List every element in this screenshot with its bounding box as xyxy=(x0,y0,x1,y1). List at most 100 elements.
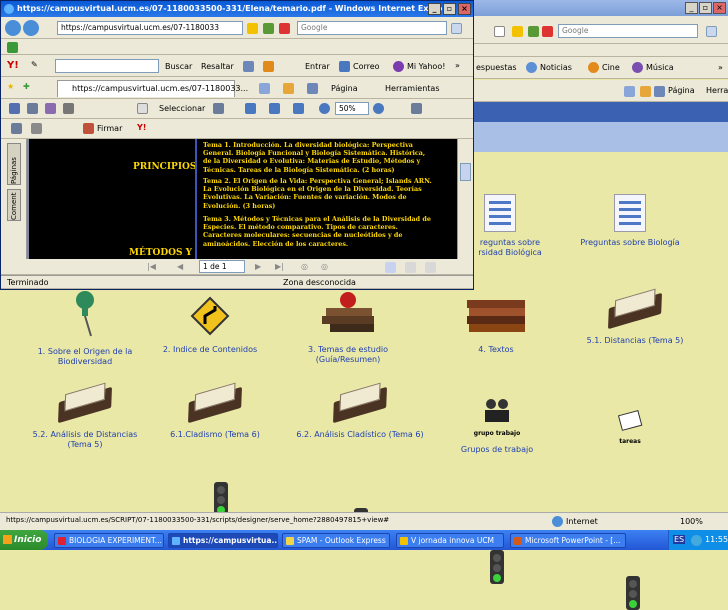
minimize-button[interactable]: _ xyxy=(428,3,441,15)
plus-icon[interactable] xyxy=(263,61,274,72)
next-page-icon[interactable]: ▶ xyxy=(255,262,261,271)
taskbar-button-campusvirtual[interactable]: https://campusvirtua... xyxy=(168,533,278,548)
traffic-light-icon[interactable] xyxy=(626,576,640,610)
grid-icon[interactable] xyxy=(243,61,254,72)
dropdown-icon[interactable] xyxy=(494,26,505,37)
zoom-level[interactable]: 100% xyxy=(680,517,703,526)
yahoo-logo-icon[interactable]: Y! xyxy=(137,123,146,132)
buscar-button[interactable]: Buscar xyxy=(165,62,192,71)
print-icon[interactable] xyxy=(27,103,38,114)
link-noticias[interactable]: Noticias xyxy=(540,63,572,72)
refresh-icon[interactable] xyxy=(528,26,539,37)
language-indicator[interactable]: ES xyxy=(673,535,686,544)
analisis-distancias-item[interactable]: 5.2. Análisis de Distancias (Tema 5) xyxy=(30,382,140,450)
sign-icon[interactable] xyxy=(83,123,94,134)
stop-icon[interactable] xyxy=(279,23,290,34)
maximize-button[interactable]: ▫ xyxy=(443,3,456,15)
start-button[interactable]: Inicio xyxy=(0,530,48,550)
cmd-pagina[interactable]: Página xyxy=(668,86,695,95)
preguntas-diversidad-item[interactable]: reguntas sobre rsidad Biológica xyxy=(470,194,550,258)
close-button[interactable]: × xyxy=(458,3,471,15)
snapshot-icon[interactable] xyxy=(213,103,224,114)
stop-icon[interactable] xyxy=(542,26,553,37)
more-chevron-icon[interactable]: » xyxy=(718,63,723,72)
fit-width-icon[interactable] xyxy=(293,103,304,114)
home-icon[interactable] xyxy=(624,86,635,97)
go-forward-icon[interactable]: ◎ xyxy=(321,262,328,271)
taskbar-button-jornada[interactable]: V jornada innova UCM xyxy=(396,533,504,548)
textos-item[interactable]: 4. Textos xyxy=(456,296,536,355)
cmd-herramientas[interactable]: Herramientas xyxy=(706,86,728,95)
tareas-item[interactable]: tareas xyxy=(610,410,650,447)
go-back-icon[interactable]: ◎ xyxy=(301,262,308,271)
addon-icon[interactable] xyxy=(7,42,18,53)
resaltar-button[interactable]: Resaltar xyxy=(201,62,234,71)
zoom-in-icon[interactable] xyxy=(245,103,256,114)
search-icon[interactable] xyxy=(63,103,74,114)
zoom-in-circle-icon[interactable] xyxy=(373,103,384,114)
save-icon[interactable] xyxy=(9,103,20,114)
taskbar-button-biologia[interactable]: BIOLOGIA EXPERIMENT... xyxy=(54,533,164,548)
temas-estudio-item[interactable]: 3. Temas de estudio (Guía/Resumen) xyxy=(298,290,398,365)
page-options-icon[interactable] xyxy=(411,103,422,114)
last-page-icon[interactable]: ▶| xyxy=(275,262,284,271)
grupos-trabajo-item[interactable]: grupo trabajo Grupos de trabajo xyxy=(452,396,542,455)
close-button[interactable]: × xyxy=(713,2,726,14)
single-page-icon[interactable] xyxy=(385,262,396,273)
scroll-thumb[interactable] xyxy=(460,163,471,181)
analisis-cladistico-item[interactable]: 6.2. Análisis Cladístico (Tema 6) xyxy=(290,382,430,440)
previous-page-icon[interactable]: ◀ xyxy=(177,262,183,271)
more-chevron-icon[interactable]: » xyxy=(455,61,460,70)
taskbar-button-powerpoint[interactable]: Microsoft PowerPoint - [... xyxy=(510,533,626,548)
background-search-input[interactable]: Google xyxy=(558,24,698,38)
origen-biodiversidad-item[interactable]: 1. Sobre el Origen de la Biodiversidad xyxy=(30,288,140,367)
search-input[interactable]: Google xyxy=(297,21,447,35)
maximize-button[interactable]: ▫ xyxy=(699,2,712,14)
tab-current[interactable]: https://campusvirtual.ucm.es/07-1180033.… xyxy=(57,80,248,97)
taskbar-button-outlook[interactable]: SPAM - Outlook Express xyxy=(282,533,390,548)
distancias-item[interactable]: 5.1. Distancias (Tema 5) xyxy=(580,288,690,346)
address-input[interactable]: https://campusvirtual.ucm.es/07-1180033 xyxy=(57,21,243,35)
yahoo-logo-icon[interactable]: Y! xyxy=(7,60,19,71)
pencil-icon[interactable]: ✎ xyxy=(31,60,38,69)
refresh-icon[interactable] xyxy=(263,23,274,34)
preguntas-biologia-item[interactable]: Preguntas sobre Biología xyxy=(575,194,685,248)
review-icon[interactable] xyxy=(11,123,22,134)
forward-button[interactable] xyxy=(23,20,39,36)
indice-contenidos-item[interactable]: 2. Indice de Contenidos xyxy=(160,296,260,355)
cmd-herramientas[interactable]: Herramientas xyxy=(385,84,440,93)
hand-tool-icon[interactable] xyxy=(137,103,148,114)
favorites-star-icon[interactable]: ★ xyxy=(7,82,14,91)
pdf-scrollbar[interactable] xyxy=(457,139,473,259)
link-musica[interactable]: Música xyxy=(646,63,674,72)
feeds-icon[interactable] xyxy=(640,86,651,97)
search-icon[interactable] xyxy=(706,26,717,37)
tab-comentarios[interactable]: Coment xyxy=(7,189,21,221)
print-icon[interactable] xyxy=(307,83,318,94)
add-favorites-icon[interactable]: ✚ xyxy=(23,82,30,91)
facing-icon[interactable] xyxy=(425,262,436,273)
traffic-light-icon[interactable] xyxy=(214,482,228,516)
link-respuestas[interactable]: espuestas xyxy=(476,63,517,72)
email-icon[interactable] xyxy=(45,103,56,114)
fit-page-icon[interactable] xyxy=(269,103,280,114)
yahoo-search-input[interactable] xyxy=(55,59,159,73)
home-icon[interactable] xyxy=(259,83,270,94)
mi-yahoo-button[interactable]: Mi Yahoo! xyxy=(407,62,445,71)
network-icon[interactable] xyxy=(691,535,702,546)
traffic-light-icon[interactable] xyxy=(490,550,504,584)
continuous-icon[interactable] xyxy=(405,262,416,273)
zoom-input[interactable]: 50% xyxy=(335,102,369,115)
attach-icon[interactable] xyxy=(31,123,42,134)
link-cine[interactable]: Cine xyxy=(602,63,620,72)
cmd-pagina[interactable]: Página xyxy=(331,84,358,93)
entrar-button[interactable]: Entrar xyxy=(305,62,330,71)
back-button[interactable] xyxy=(5,20,21,36)
firmar-button[interactable]: Firmar xyxy=(97,124,122,133)
correo-button[interactable]: Correo xyxy=(353,62,380,71)
tab-paginas[interactable]: Páginas xyxy=(7,143,21,185)
search-icon[interactable] xyxy=(451,23,462,34)
print-icon[interactable] xyxy=(654,86,665,97)
page-number-input[interactable]: 1 de 1 xyxy=(199,260,245,273)
seleccionar-button[interactable]: Seleccionar xyxy=(159,104,205,113)
